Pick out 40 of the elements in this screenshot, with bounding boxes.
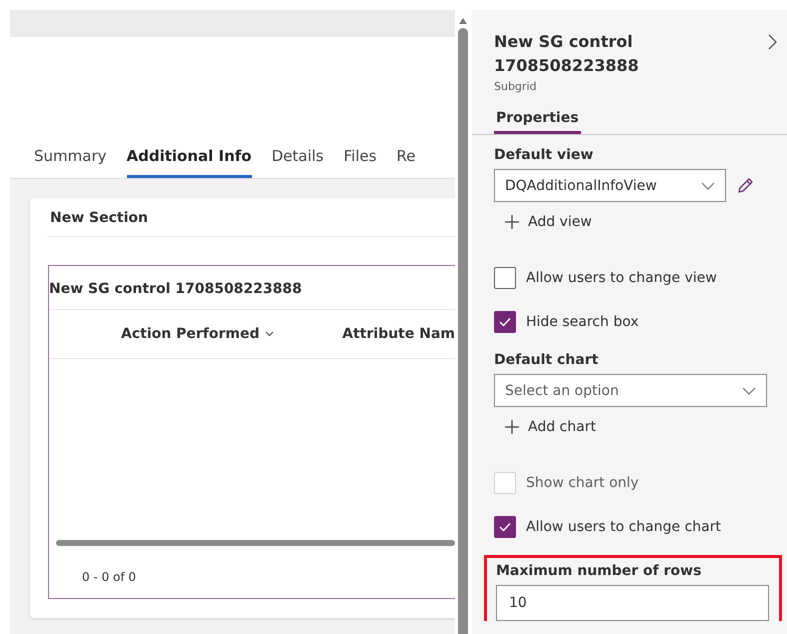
checkbox[interactable] — [494, 311, 516, 333]
tab[interactable]: Details — [272, 139, 324, 178]
column-header[interactable]: Attribute Nam — [342, 326, 455, 342]
field-label: Default view — [494, 147, 594, 163]
field-label: Default chart — [494, 352, 600, 368]
dropdown[interactable]: DQAdditionalInfoView — [494, 169, 726, 202]
checkbox-label: Allow users to change view — [526, 270, 717, 286]
checkbox-label: Hide search box — [526, 314, 639, 330]
input-field[interactable]: 10 — [496, 585, 769, 621]
pencil-icon[interactable] — [736, 176, 754, 194]
chevron-down-icon — [742, 386, 756, 394]
chevron-down-icon — [265, 331, 274, 337]
chevron-down-icon — [701, 182, 715, 190]
checkbox[interactable] — [494, 267, 516, 289]
panel-subtitle: Subgrid — [494, 80, 538, 93]
field-label: Maximum number of rows — [496, 563, 702, 579]
tab[interactable]: Additional Info — [126, 139, 252, 178]
tab[interactable]: Files — [344, 139, 377, 178]
dropdown[interactable]: Select an option — [494, 374, 767, 407]
plus-icon — [504, 419, 520, 435]
tab[interactable]: Re — [396, 139, 416, 178]
plus-icon — [504, 214, 520, 230]
tab[interactable]: Properties — [494, 110, 581, 134]
subgrid-title: New SG control 1708508223888 — [49, 266, 455, 310]
add-button[interactable]: Add chart — [494, 407, 606, 447]
checkbox[interactable] — [494, 516, 516, 538]
scroll-up-icon[interactable] — [459, 18, 467, 24]
horizontal-scrollbar[interactable] — [56, 540, 455, 546]
scrollbar-thumb[interactable] — [458, 28, 468, 634]
checkmark-icon — [499, 317, 511, 327]
section-title: New Section — [48, 210, 455, 237]
chevron-right-icon[interactable] — [768, 34, 777, 50]
checkbox-label: Show chart only — [526, 475, 639, 491]
checkbox-label: Allow users to change chart — [526, 519, 721, 535]
checkmark-icon — [499, 522, 511, 532]
column-header[interactable]: Action Performed — [121, 326, 342, 342]
panel-title: New SG control 1708508223888 — [494, 31, 640, 77]
paging-text: 0 - 0 of 0 — [81, 569, 138, 586]
add-button[interactable]: Add view — [494, 202, 602, 242]
tab[interactable]: Summary — [34, 139, 106, 178]
